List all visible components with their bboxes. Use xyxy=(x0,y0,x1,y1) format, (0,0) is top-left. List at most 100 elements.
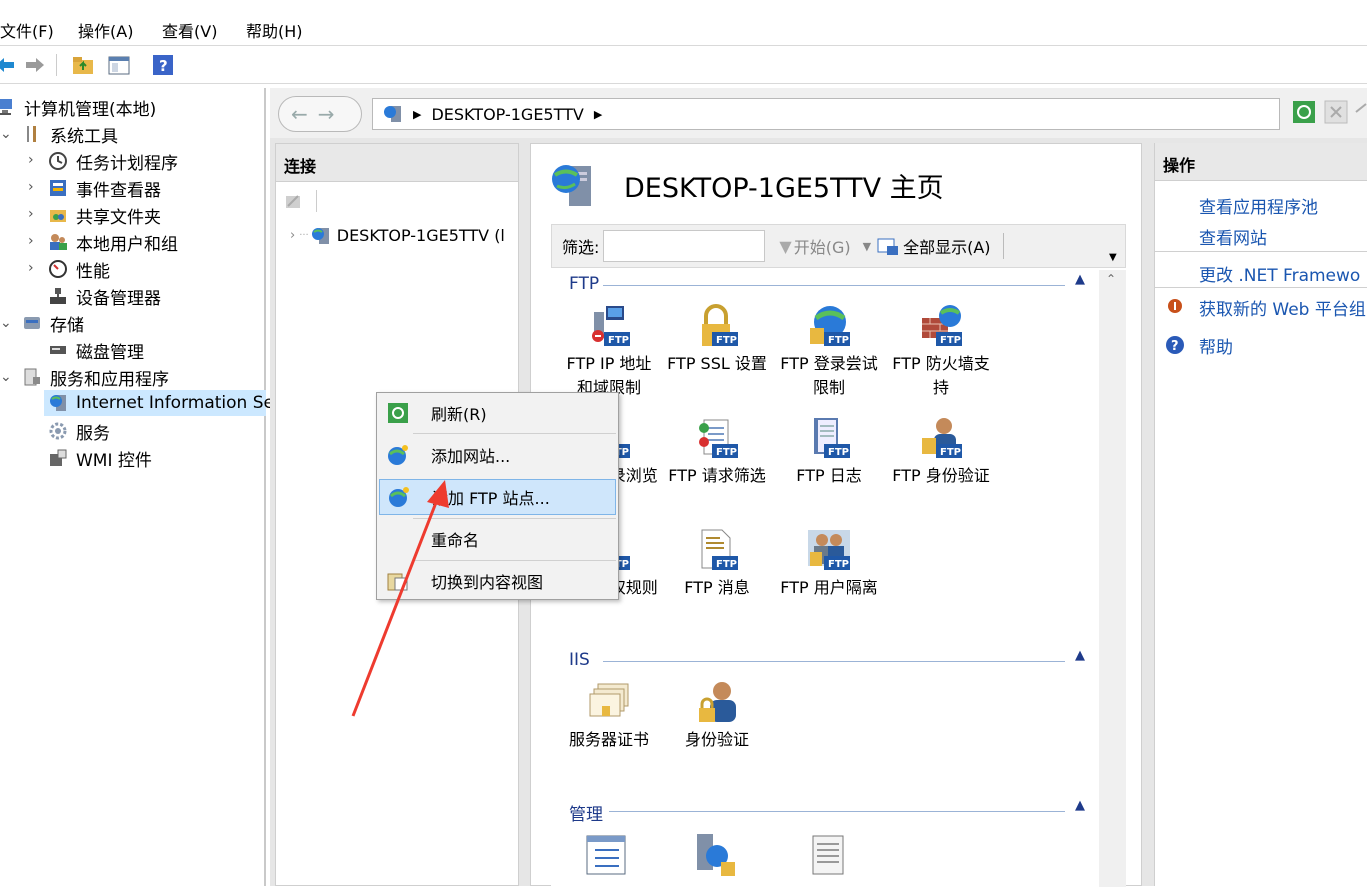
tree-root-label: 计算机管理(本地) xyxy=(24,99,157,120)
chevron-right-icon[interactable]: › xyxy=(290,228,295,243)
feature-label: FTP 日志 xyxy=(796,466,862,485)
forward-icon[interactable] xyxy=(24,54,46,76)
tree-item-performance[interactable]: 性能 xyxy=(48,256,110,282)
menu-item-refresh[interactable]: 刷新(R) xyxy=(379,395,616,431)
chevron-right-icon[interactable]: › xyxy=(28,179,34,195)
group-header-ftp[interactable]: FTP ▲ xyxy=(551,272,1091,298)
stop-icon[interactable] xyxy=(1324,100,1348,124)
start-button[interactable]: 开始(G) xyxy=(794,234,851,258)
tree-item-services[interactable]: 服务 xyxy=(48,418,110,444)
tree-item-iis[interactable]: Internet Information Se xyxy=(44,390,274,416)
back-arrow-icon[interactable]: ← xyxy=(291,102,318,126)
chevron-down-icon[interactable]: ⌄ xyxy=(0,369,12,385)
refresh-icon[interactable] xyxy=(1292,100,1316,124)
feature-authentication[interactable]: 身份验证 xyxy=(661,680,773,752)
divider xyxy=(1155,287,1367,288)
feature-ftp-ssl[interactable]: FTP FTP SSL 设置 xyxy=(661,304,773,376)
group-header-iis[interactable]: IIS ▲ xyxy=(551,648,1091,674)
feature-ftp-user-isolation[interactable]: FTP FTP 用户隔离 xyxy=(773,528,885,600)
chevron-right-icon[interactable]: › xyxy=(28,206,34,222)
action-help[interactable]: 帮助 xyxy=(1199,333,1233,358)
shared-config-icon[interactable] xyxy=(693,832,739,878)
menu-item-add-site[interactable]: 添加网站... xyxy=(379,437,616,473)
tree-item-event-viewer[interactable]: 事件查看器 xyxy=(48,175,161,201)
funnel-icon: ▼ xyxy=(779,236,792,256)
globe-add-icon xyxy=(387,444,409,466)
menu-help[interactable]: 帮助(H) xyxy=(246,18,303,42)
tree-label: 共享文件夹 xyxy=(76,207,161,228)
menu-action[interactable]: 操作(A) xyxy=(78,18,133,42)
feature-label: 服务器证书 xyxy=(568,730,649,749)
collapse-icon[interactable]: ▲ xyxy=(1075,272,1085,287)
feature-ftp-logon-attempts[interactable]: FTP FTP 登录尝试 限制 xyxy=(773,304,885,400)
tree-item-system-tools[interactable]: 系统工具 xyxy=(22,121,118,147)
feature-delegation-icon[interactable] xyxy=(805,832,851,878)
vertical-scrollbar[interactable]: ⌃ xyxy=(1099,270,1126,887)
feature-server-certificates[interactable]: 服务器证书 xyxy=(553,680,665,752)
tree-root[interactable]: 计算机管理(本地) xyxy=(0,94,156,120)
chevron-right-icon[interactable]: › xyxy=(28,233,34,249)
action-view-sites[interactable]: 查看网站 xyxy=(1199,224,1267,249)
tree-item-local-users[interactable]: 本地用户和组 xyxy=(48,229,178,255)
feature-ftp-firewall[interactable]: FTP FTP 防火墙支 持 xyxy=(885,304,997,400)
menu-file[interactable]: 文件(F) xyxy=(0,18,54,42)
feature-ftp-authentication[interactable]: FTP FTP 身份验证 xyxy=(885,416,997,488)
feature-ftp-logging[interactable]: FTP FTP 日志 xyxy=(773,416,885,488)
log-book-icon: FTP xyxy=(806,416,852,462)
configuration-editor-icon[interactable] xyxy=(583,832,629,878)
actions-pane: 操作 查看应用程序池 查看网站 更改 .NET Framewo 获取新的 Web… xyxy=(1154,143,1367,886)
feature-label: FTP 消息 xyxy=(684,578,750,597)
tree-label: 服务和应用程序 xyxy=(50,369,169,390)
breadcrumb[interactable]: ▶ DESKTOP-1GE5TTV ▶ xyxy=(372,98,1280,130)
menu-item-label: 刷新(R) xyxy=(431,405,487,424)
show-all-button[interactable]: 全部显示(A) xyxy=(903,234,990,258)
firewall-icon: FTP xyxy=(918,304,964,350)
feature-ftp-ip-restrictions[interactable]: FTP FTP IP 地址 和域限制 xyxy=(553,304,665,400)
home-icon[interactable] xyxy=(1354,100,1367,124)
tree-item-device-manager[interactable]: 设备管理器 xyxy=(48,283,161,309)
nav-buttons[interactable]: ←→ xyxy=(278,96,362,132)
tree-item-task-scheduler[interactable]: 任务计划程序 xyxy=(48,148,178,174)
actions-header: 操作 xyxy=(1155,143,1367,181)
action-view-app-pools[interactable]: 查看应用程序池 xyxy=(1199,193,1318,218)
tree-item-services-apps[interactable]: 服务和应用程序 xyxy=(22,364,169,390)
up-folder-icon[interactable] xyxy=(72,54,94,76)
show-all-icon xyxy=(877,236,899,256)
collapse-icon[interactable]: ▲ xyxy=(1075,648,1085,663)
action-change-net[interactable]: 更改 .NET Framewo xyxy=(1199,261,1360,286)
group-header-manage[interactable]: 管理 ▲ xyxy=(551,798,1091,825)
tools-icon xyxy=(22,124,42,144)
tree-label: 系统工具 xyxy=(50,126,118,147)
chevron-down-icon[interactable]: ⌄ xyxy=(0,315,12,331)
tree-item-storage[interactable]: 存储 xyxy=(22,310,84,336)
chevron-down-icon[interactable]: ⌄ xyxy=(0,126,12,142)
tree-item-shared-folders[interactable]: 共享文件夹 xyxy=(48,202,161,228)
help-icon[interactable]: ? xyxy=(152,54,174,76)
scroll-up-icon[interactable]: ⌃ xyxy=(1106,272,1116,286)
collapse-icon[interactable]: ▲ xyxy=(1075,798,1085,813)
connect-icon[interactable] xyxy=(284,192,304,212)
menu-view[interactable]: 查看(V) xyxy=(162,18,217,42)
chevron-right-icon[interactable]: › xyxy=(28,260,34,276)
breadcrumb-server[interactable]: DESKTOP-1GE5TTV xyxy=(431,105,583,124)
chevron-right-icon[interactable]: › xyxy=(28,152,34,168)
action-get-web-platform[interactable]: 获取新的 Web 平台组 xyxy=(1199,295,1366,320)
forward-arrow-icon[interactable]: → xyxy=(318,102,345,126)
connection-server-node[interactable]: › ··· DESKTOP-1GE5TTV (l xyxy=(290,226,518,245)
show-hide-console-icon[interactable] xyxy=(108,54,130,76)
overflow-icon[interactable]: ▼ xyxy=(1109,252,1117,263)
wmi-icon xyxy=(48,448,68,468)
feature-label: FTP 身份验证 xyxy=(892,466,990,485)
tree-item-disk-management[interactable]: 磁盘管理 xyxy=(48,337,144,363)
feature-ftp-messages[interactable]: FTP FTP 消息 xyxy=(661,528,773,600)
user-lock-icon xyxy=(694,680,740,726)
menu-item-label: 添加网站... xyxy=(431,447,511,466)
svg-text:FTP: FTP xyxy=(716,335,737,346)
server-small-icon xyxy=(383,105,403,123)
message-icon: FTP xyxy=(694,528,740,574)
filter-input[interactable] xyxy=(603,230,766,262)
feature-ftp-request-filtering[interactable]: FTP FTP 请求筛选 xyxy=(661,416,773,488)
back-icon[interactable] xyxy=(0,54,16,76)
tree-item-wmi[interactable]: WMI 控件 xyxy=(48,445,152,471)
chevron-down-icon[interactable]: ▼ xyxy=(863,240,871,253)
